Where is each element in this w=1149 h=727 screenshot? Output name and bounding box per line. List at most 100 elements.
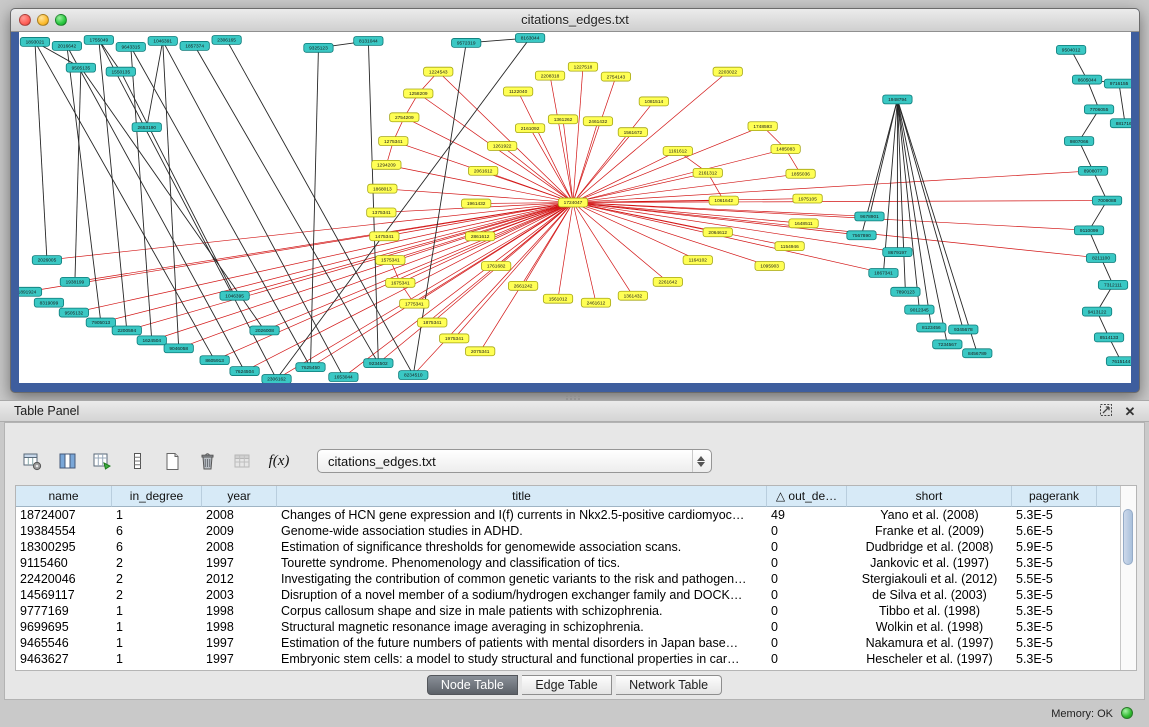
- table-cell: 2008: [202, 539, 277, 555]
- column-header[interactable]: pagerank: [1012, 486, 1097, 507]
- new-file-button[interactable]: [159, 448, 185, 474]
- table-selector-dropdown[interactable]: citations_edges.txt: [317, 449, 712, 473]
- zoom-window-button[interactable]: [55, 14, 67, 26]
- graph-node-label: 8679197: [888, 250, 907, 256]
- table-row[interactable]: 1456911722003Disruption of a novel membe…: [16, 587, 1136, 603]
- table-row[interactable]: 1872400712008Changes of HCN gene express…: [16, 507, 1136, 523]
- graph-node-label: 1046391: [153, 39, 172, 45]
- graph-node-label: 1938199: [66, 280, 85, 286]
- rows-button[interactable]: [124, 448, 150, 474]
- column-header[interactable]: title: [277, 486, 767, 507]
- graph-node-label: 8456789: [968, 351, 987, 357]
- graph-node-label: 1624504: [142, 338, 161, 344]
- graph-node-label: 2064612: [708, 230, 727, 236]
- table-cell: Tourette syndrome. Phenomenology and cla…: [277, 555, 767, 571]
- graph-node-label: 1258209: [409, 91, 428, 97]
- table-cell: 0: [767, 555, 847, 571]
- table-cell: 0: [767, 571, 847, 587]
- add-column-button[interactable]: [89, 448, 115, 474]
- close-panel-button[interactable]: ✕: [1121, 403, 1139, 421]
- table-cell: 6: [112, 523, 202, 539]
- graph-node-label: 1550135: [112, 69, 131, 75]
- table-selector-value: citations_edges.txt: [328, 454, 436, 469]
- graph-node-label: 9234502: [369, 361, 388, 367]
- graph-node-label: 7312111: [1104, 283, 1122, 289]
- table-cell: 2012: [202, 571, 277, 587]
- graph-node-label: 2026008: [255, 328, 274, 334]
- rows-icon: [128, 452, 147, 471]
- table-cell: 9115460: [16, 555, 112, 571]
- tab-edge-table[interactable]: Edge Table: [522, 675, 611, 695]
- graph-node-label: 2061612: [474, 169, 493, 175]
- column-header[interactable]: △ out_de…: [767, 486, 847, 507]
- network-window: citations_edges.txt 18930212016642175504…: [10, 8, 1140, 393]
- table-cell: Nakamura et al. (1997): [847, 635, 1012, 651]
- graph-node-label: 9572319: [457, 41, 476, 47]
- graph-node-label: 8234510: [404, 373, 423, 379]
- network-view[interactable]: 1893021201664217550499643315104639118573…: [19, 32, 1131, 383]
- graph-node-label: 2653190: [137, 125, 156, 131]
- table-cell: 0: [767, 523, 847, 539]
- graph-node-label: 9716155: [1110, 81, 1129, 87]
- graph-node-label: 1224543: [429, 69, 448, 75]
- graph-node-label: 2161092: [521, 126, 540, 132]
- float-panel-button[interactable]: [1097, 403, 1115, 421]
- graph-node-label: 1375341: [372, 210, 391, 216]
- import-table-icon: [233, 452, 252, 471]
- network-canvas-svg[interactable]: 1893021201664217550499643315104639118573…: [19, 32, 1131, 383]
- table-row[interactable]: 946362711997Embryonic stem cells: a mode…: [16, 651, 1136, 667]
- tab-node-table[interactable]: Node Table: [427, 675, 518, 695]
- new-file-icon: [163, 452, 182, 471]
- table-row[interactable]: 977716911998Corpus callosum shape and si…: [16, 603, 1136, 619]
- table-scrollbar[interactable]: [1120, 486, 1136, 670]
- graph-node-label: 9505132: [65, 310, 84, 316]
- column-header[interactable]: in_degree: [112, 486, 202, 507]
- graph-node-label: 1122040: [509, 89, 528, 95]
- import-table-button[interactable]: [229, 448, 255, 474]
- graph-node-label: 7615144: [1112, 359, 1131, 365]
- memory-status-indicator: [1121, 707, 1133, 719]
- graph-node-label: 8123456: [922, 325, 941, 331]
- minimize-window-button[interactable]: [37, 14, 49, 26]
- graph-node-label: 1724047: [564, 200, 583, 206]
- graph-node-label: 9807066: [1070, 139, 1089, 145]
- column-header[interactable]: short: [847, 486, 1012, 507]
- table-cell: Estimation of the future numbers of pati…: [277, 635, 767, 651]
- column-header[interactable]: name: [16, 486, 112, 507]
- delete-button[interactable]: [194, 448, 220, 474]
- column-header[interactable]: year: [202, 486, 277, 507]
- graph-node-label: 8605913: [205, 358, 224, 364]
- table-cell: Corpus callosum shape and size in male p…: [277, 603, 767, 619]
- graph-node-label: 1975105: [798, 196, 817, 202]
- table-row[interactable]: 1830029562008Estimation of significance …: [16, 539, 1136, 555]
- table-row[interactable]: 946554611997Estimation of the future num…: [16, 635, 1136, 651]
- table-cell: 0: [767, 619, 847, 635]
- table-cell: 5.6E-5: [1012, 523, 1097, 539]
- table-panel-header: Table Panel ✕: [0, 400, 1149, 422]
- memory-status-label: Memory: OK: [1051, 708, 1113, 720]
- show-columns-button[interactable]: [54, 448, 80, 474]
- table-options-button[interactable]: [19, 448, 45, 474]
- table-row[interactable]: 2242004622012Investigating the contribut…: [16, 571, 1136, 587]
- table-row[interactable]: 1938455462009Genome-wide association stu…: [16, 523, 1136, 539]
- graph-node-label: 2200594: [117, 328, 136, 334]
- graph-node-label: 1575341: [381, 258, 400, 264]
- table-cell: 1: [112, 651, 202, 667]
- close-window-button[interactable]: [19, 14, 31, 26]
- table-cell: Jankovic et al. (1997): [847, 555, 1012, 571]
- graph-node-label: 8514133: [1100, 335, 1119, 341]
- function-builder-button[interactable]: f(x): [264, 448, 294, 474]
- window-titlebar[interactable]: citations_edges.txt: [11, 9, 1139, 32]
- table-cell: Genome-wide association studies in ADHD.: [277, 523, 767, 539]
- graph-node-label: 1868013: [373, 186, 392, 192]
- table-cell: 14569117: [16, 587, 112, 603]
- graph-node-label: 1948794: [888, 97, 907, 103]
- graph-node-label: 2261642: [659, 280, 678, 286]
- tab-network-table[interactable]: Network Table: [616, 675, 722, 695]
- graph-node-label: 1975341: [445, 336, 464, 342]
- panel-resize-handle[interactable]: [566, 395, 568, 397]
- table-panel-title: Table Panel: [14, 401, 79, 422]
- table-row[interactable]: 969969511998Structural magnetic resonanc…: [16, 619, 1136, 635]
- table-row[interactable]: 911546021997Tourette syndrome. Phenomeno…: [16, 555, 1136, 571]
- scrollbar-thumb[interactable]: [1123, 509, 1133, 565]
